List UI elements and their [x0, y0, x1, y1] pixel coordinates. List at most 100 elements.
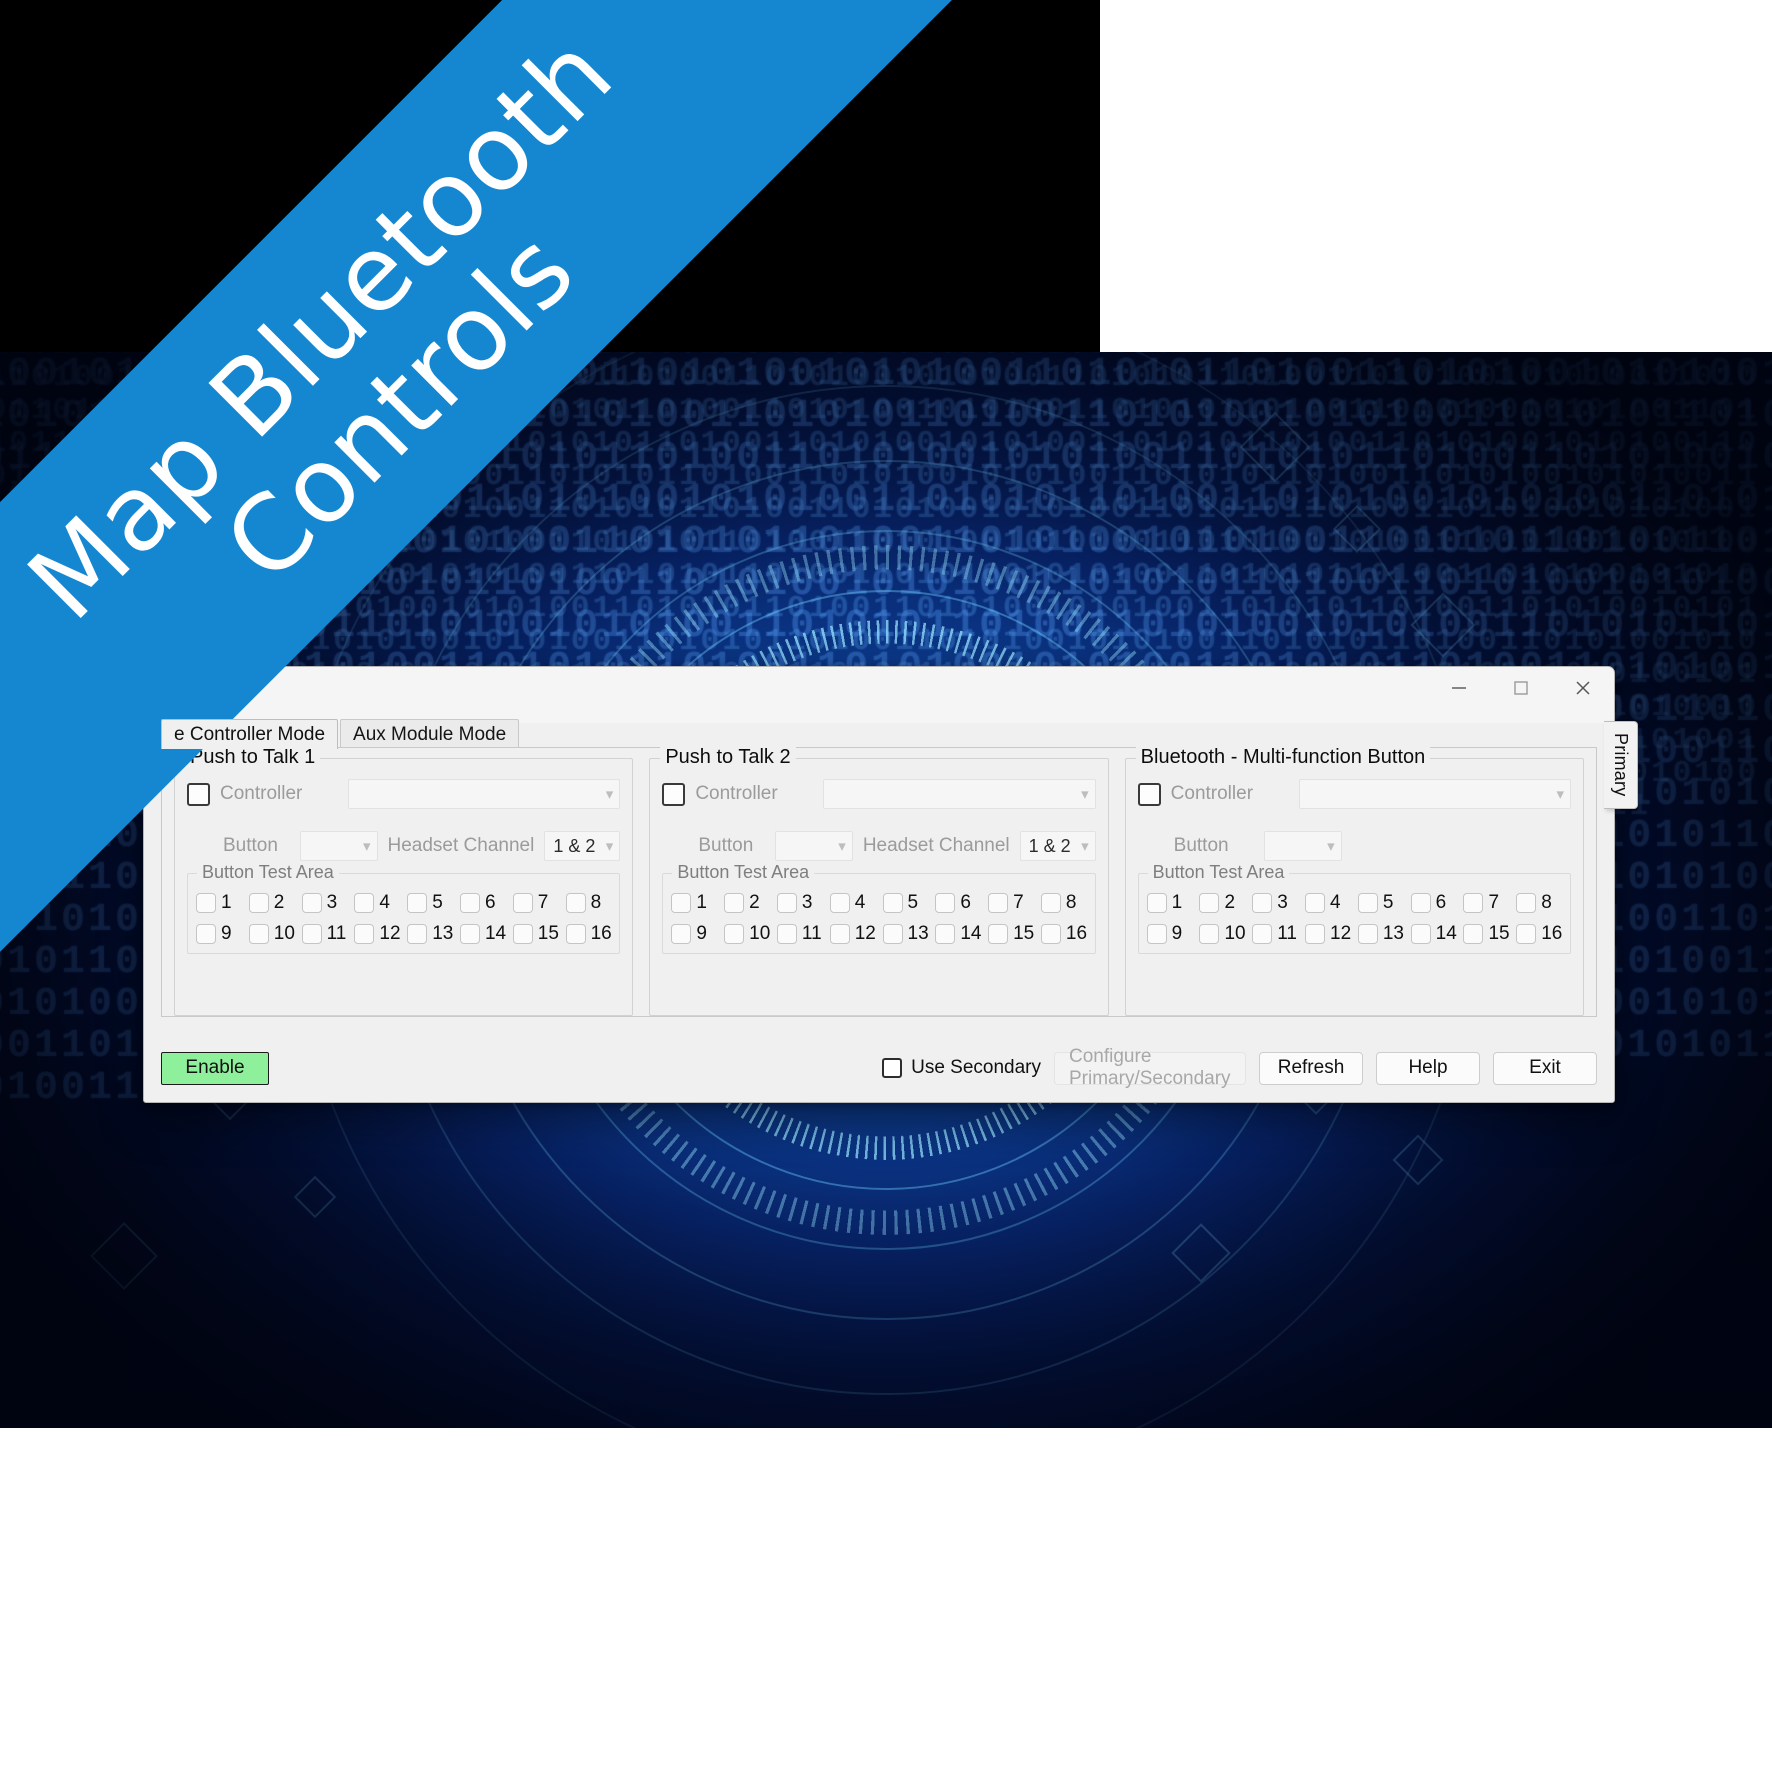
bt-test-checkbox-2[interactable]	[1199, 893, 1220, 913]
ptt1-test-checkbox-16[interactable]	[565, 924, 586, 944]
bt-test-checkbox-15[interactable]	[1463, 924, 1484, 944]
list-item[interactable]: 13	[882, 923, 929, 945]
list-item[interactable]: 2	[248, 892, 295, 914]
list-item[interactable]: 8	[1040, 892, 1087, 914]
list-item[interactable]: 9	[196, 923, 242, 945]
ptt2-test-checkbox-12[interactable]	[829, 924, 850, 944]
list-item[interactable]: 6	[1410, 892, 1457, 914]
list-item[interactable]: 3	[1252, 892, 1298, 914]
list-item[interactable]: 12	[829, 923, 876, 945]
list-item[interactable]: 12	[1305, 923, 1351, 945]
list-item[interactable]: 3	[301, 892, 348, 914]
configure-primary-secondary-button[interactable]: Configure Primary/Secondary	[1054, 1046, 1246, 1089]
ptt1-controller-select[interactable]: ▾	[348, 779, 621, 809]
ptt1-test-checkbox-10[interactable]	[248, 924, 269, 944]
list-item[interactable]: 2	[724, 892, 770, 914]
list-item[interactable]: 7	[988, 892, 1034, 914]
ptt1-test-checkbox-6[interactable]	[459, 893, 480, 913]
tab-aux-module-mode[interactable]: Aux Module Mode	[340, 719, 520, 749]
ptt2-test-checkbox-8[interactable]	[1040, 893, 1061, 913]
list-item[interactable]: 9	[671, 923, 717, 945]
list-item[interactable]: 14	[459, 923, 506, 945]
list-item[interactable]: 10	[724, 923, 770, 945]
ptt1-test-checkbox-3[interactable]	[301, 893, 322, 913]
ptt2-enable-checkbox[interactable]	[662, 782, 686, 806]
list-item[interactable]: 4	[829, 892, 876, 914]
bt-test-checkbox-10[interactable]	[1199, 924, 1220, 944]
list-item[interactable]: 9	[1146, 923, 1193, 945]
bt-test-checkbox-11[interactable]	[1252, 924, 1273, 944]
ptt2-test-checkbox-6[interactable]	[935, 893, 956, 913]
list-item[interactable]: 5	[1357, 892, 1404, 914]
ptt2-controller-select[interactable]: ▾	[823, 779, 1096, 809]
bt-test-checkbox-7[interactable]	[1463, 893, 1484, 913]
list-item[interactable]: 8	[565, 892, 612, 914]
ptt1-test-checkbox-8[interactable]	[565, 893, 586, 913]
ptt1-test-checkbox-1[interactable]	[196, 893, 216, 913]
list-item[interactable]: 16	[565, 923, 612, 945]
bt-test-checkbox-8[interactable]	[1516, 893, 1537, 913]
list-item[interactable]: 11	[301, 923, 348, 945]
list-item[interactable]: 15	[512, 923, 559, 945]
ptt2-test-checkbox-7[interactable]	[988, 893, 1009, 913]
ptt1-test-checkbox-15[interactable]	[512, 924, 533, 944]
enable-button[interactable]: Enable	[161, 1051, 269, 1085]
list-item[interactable]: 16	[1516, 923, 1562, 945]
tab-controller-mode[interactable]: e Controller Mode	[161, 719, 339, 749]
list-item[interactable]: 1	[671, 892, 717, 914]
ptt2-test-checkbox-11[interactable]	[776, 924, 797, 944]
bt-test-checkbox-14[interactable]	[1410, 924, 1431, 944]
list-item[interactable]: 5	[882, 892, 929, 914]
list-item[interactable]: 1	[1146, 892, 1193, 914]
bt-enable-checkbox[interactable]	[1137, 782, 1161, 806]
bt-test-checkbox-1[interactable]	[1146, 893, 1167, 913]
ptt2-button-select[interactable]: ▾	[774, 831, 853, 861]
bt-controller-select[interactable]: ▾	[1298, 779, 1571, 809]
minimize-icon[interactable]	[1428, 667, 1490, 709]
list-item[interactable]: 15	[988, 923, 1034, 945]
bt-test-checkbox-6[interactable]	[1410, 893, 1431, 913]
ptt1-test-checkbox-11[interactable]	[301, 924, 322, 944]
maximize-icon[interactable]	[1490, 667, 1552, 709]
list-item[interactable]: 13	[1357, 923, 1404, 945]
ptt2-test-checkbox-13[interactable]	[882, 924, 903, 944]
list-item[interactable]: 11	[776, 923, 823, 945]
ptt2-test-checkbox-14[interactable]	[935, 924, 956, 944]
bt-test-checkbox-9[interactable]	[1146, 924, 1167, 944]
list-item[interactable]: 11	[1252, 923, 1298, 945]
list-item[interactable]: 7	[1463, 892, 1509, 914]
bt-test-checkbox-16[interactable]	[1516, 924, 1537, 944]
list-item[interactable]: 14	[1410, 923, 1457, 945]
close-icon[interactable]	[1552, 667, 1614, 709]
list-item[interactable]: 2	[1199, 892, 1245, 914]
list-item[interactable]: 16	[1040, 923, 1087, 945]
ptt1-test-checkbox-5[interactable]	[407, 893, 428, 913]
list-item[interactable]: 14	[935, 923, 981, 945]
list-item[interactable]: 6	[935, 892, 981, 914]
list-item[interactable]: 7	[512, 892, 559, 914]
ptt1-enable-checkbox[interactable]	[187, 782, 210, 806]
list-item[interactable]: 4	[1305, 892, 1351, 914]
ptt2-test-checkbox-15[interactable]	[988, 924, 1009, 944]
list-item[interactable]: 3	[776, 892, 823, 914]
list-item[interactable]: 10	[1199, 923, 1246, 945]
ptt1-test-checkbox-12[interactable]	[354, 924, 375, 944]
ptt1-test-checkbox-2[interactable]	[248, 893, 269, 913]
ptt1-test-checkbox-14[interactable]	[459, 924, 480, 944]
bt-test-checkbox-12[interactable]	[1305, 924, 1326, 944]
list-item[interactable]: 13	[407, 923, 453, 945]
ptt2-test-checkbox-10[interactable]	[724, 924, 745, 944]
list-item[interactable]: 1	[196, 892, 242, 914]
ptt2-test-checkbox-1[interactable]	[671, 893, 692, 913]
ptt2-headset-channel-select[interactable]: 1 & 2 ▾	[1019, 831, 1096, 861]
ptt1-test-checkbox-9[interactable]	[196, 924, 216, 944]
ptt1-test-checkbox-7[interactable]	[512, 893, 533, 913]
bt-test-checkbox-3[interactable]	[1252, 893, 1273, 913]
list-item[interactable]: 5	[407, 892, 453, 914]
ptt2-test-checkbox-4[interactable]	[829, 893, 850, 913]
ptt1-button-select[interactable]: ▾	[299, 831, 378, 861]
ptt1-test-checkbox-4[interactable]	[354, 893, 375, 913]
list-item[interactable]: 12	[354, 923, 401, 945]
ptt1-headset-channel-select[interactable]: 1 & 2 ▾	[544, 831, 621, 861]
refresh-button[interactable]: Refresh	[1259, 1051, 1363, 1085]
